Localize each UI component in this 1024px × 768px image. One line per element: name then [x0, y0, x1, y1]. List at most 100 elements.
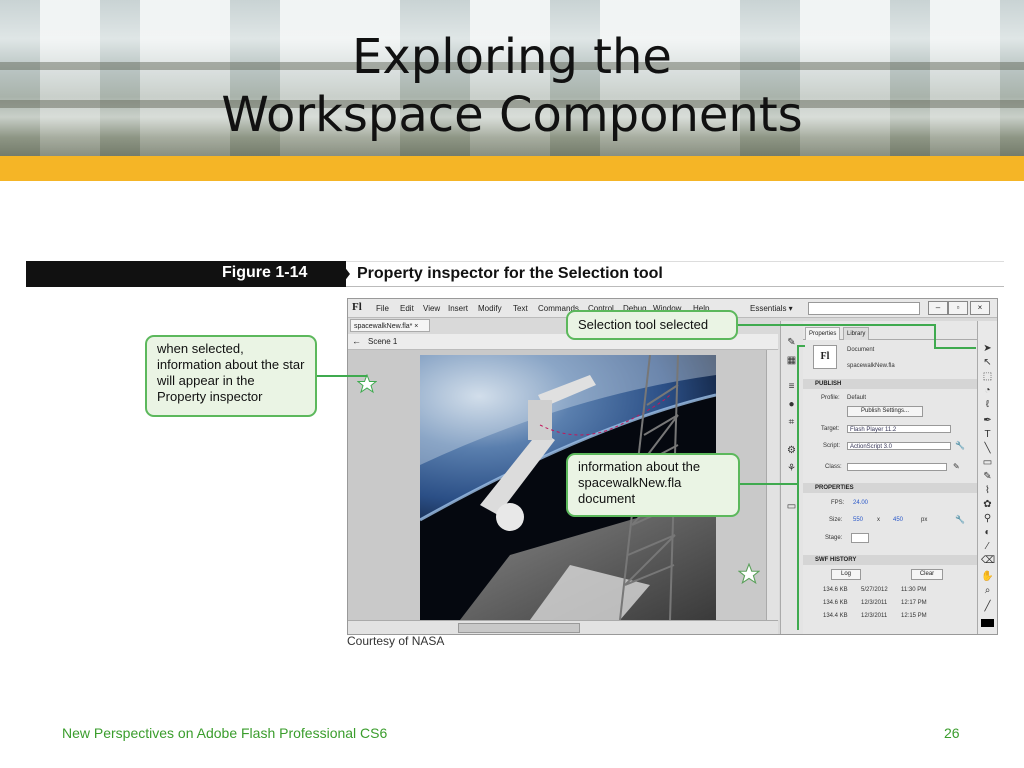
log-button[interactable]: Log	[831, 569, 861, 580]
tab-library[interactable]: Library	[843, 327, 870, 340]
figure-rule-top	[346, 261, 1004, 262]
callout-leader-selection	[738, 324, 935, 326]
size-height-value[interactable]: 450	[893, 517, 903, 523]
restore-button[interactable]: ▫	[948, 301, 968, 315]
title-line-2: Workspace Components	[221, 87, 803, 143]
page-number: 26	[944, 725, 960, 741]
help-search-input[interactable]	[808, 302, 920, 315]
size-unit: px	[921, 517, 928, 523]
menu-insert[interactable]: Insert	[448, 304, 468, 313]
stage-color-swatch[interactable]	[851, 533, 869, 543]
bone-tool-icon[interactable]: ⚲	[981, 513, 994, 525]
tools-panel: ➤ ↖ ⬚ ◔ ℓ ✒ T ╲ ▭ ✎ ⌇ ✿ ⚲ ◐ ⁄ ⌫ ✋ ⌕ ╱	[978, 321, 997, 634]
title-accent-bar	[0, 156, 1024, 181]
pencil-tool-icon[interactable]: ✎	[981, 471, 994, 483]
fill-color-swatch[interactable]	[981, 619, 994, 627]
script-select[interactable]: ActionScript 3.0	[847, 442, 951, 450]
figure-rule	[346, 286, 1004, 287]
zoom-tool-icon[interactable]: ⌕	[981, 585, 994, 597]
publish-settings-button[interactable]: Publish Settings...	[847, 406, 923, 417]
scene-label: Scene 1	[368, 337, 398, 346]
wrench-icon[interactable]: 🔧	[955, 441, 965, 450]
menu-modify[interactable]: Modify	[478, 304, 502, 313]
class-input[interactable]	[847, 463, 947, 471]
target-label: Target:	[821, 426, 840, 432]
pencil-icon[interactable]: ✎	[953, 462, 960, 471]
pen-tool-icon[interactable]: ✒	[981, 415, 994, 427]
figure-label: Figure 1-14	[222, 264, 308, 281]
stage-color-label: Stage:	[825, 535, 843, 541]
figure-credit: Courtesy of NASA	[347, 634, 445, 648]
paint-bucket-tool-icon[interactable]: ◐	[981, 527, 994, 539]
stroke-color-icon[interactable]: ╱	[981, 601, 994, 613]
clear-button[interactable]: Clear	[911, 569, 943, 580]
wrench-icon[interactable]: 🔧	[955, 515, 965, 524]
figure-caption: Property inspector for the Selection too…	[357, 265, 663, 282]
rectangle-tool-icon[interactable]: ▭	[981, 457, 994, 469]
callout-leader-selection-drop	[934, 324, 936, 348]
stage-vertical-scrollbar[interactable]	[766, 350, 779, 620]
callout-star-info: when selected, information about the sta…	[145, 335, 317, 417]
callout-bracket-doc	[797, 345, 799, 630]
script-label: Script:	[823, 443, 841, 449]
callout-bracket-top	[797, 345, 805, 347]
lasso-tool-icon[interactable]: ℓ	[981, 399, 994, 411]
line-tool-icon[interactable]: ╲	[981, 443, 994, 455]
text-tool-icon[interactable]: T	[981, 429, 994, 441]
history-time: 12:17 PM	[901, 600, 927, 606]
history-date: 12/3/2011	[861, 613, 888, 619]
history-date: 5/27/2012	[861, 587, 888, 593]
star-outline-left[interactable]	[357, 374, 377, 394]
size-x-separator: x	[877, 517, 880, 523]
profile-label: Profile:	[821, 395, 840, 401]
selection-tool-icon[interactable]: ➤	[981, 343, 994, 355]
publish-section-header[interactable]: PUBLISH	[803, 379, 977, 389]
document-tab[interactable]: spacewalkNew.fla* ×	[350, 319, 430, 332]
properties-section-header[interactable]: PROPERTIES	[803, 483, 977, 493]
document-fl-icon: Fl	[813, 345, 837, 369]
doc-name-label: spacewalkNew.fla	[847, 363, 895, 369]
hand-tool-icon[interactable]: ✋	[981, 571, 994, 583]
close-button[interactable]: ×	[970, 301, 990, 315]
eyedropper-tool-icon[interactable]: ⁄	[981, 541, 994, 553]
brush-tool-icon[interactable]: ⌇	[981, 485, 994, 497]
slide-title: Exploring the Workspace Components	[0, 28, 1024, 144]
swf-history-header[interactable]: SWF HISTORY	[803, 555, 977, 565]
menu-text[interactable]: Text	[513, 304, 528, 313]
star-outline-right[interactable]	[738, 563, 760, 585]
class-label: Class:	[825, 464, 842, 470]
minimize-button[interactable]: –	[928, 301, 948, 315]
subselection-tool-icon[interactable]: ↖	[981, 357, 994, 369]
tab-properties[interactable]: Properties	[805, 327, 841, 340]
callout-doc-info: information about the spacewalkNew.fla d…	[566, 453, 740, 517]
stage-horizontal-scrollbar[interactable]	[348, 620, 778, 634]
eraser-tool-icon[interactable]: ⌫	[981, 555, 995, 567]
scroll-thumb[interactable]	[458, 623, 580, 633]
free-transform-tool-icon[interactable]: ⬚	[981, 371, 994, 383]
property-inspector: Properties Library Fl Document spacewalk…	[803, 321, 978, 634]
footer-text: New Perspectives on Adobe Flash Professi…	[62, 725, 388, 741]
history-size: 134.4 KB	[823, 613, 848, 619]
size-label: Size:	[829, 517, 843, 523]
deco-tool-icon[interactable]: ✿	[981, 499, 994, 511]
history-time: 12:15 PM	[901, 613, 927, 619]
profile-value: Default	[847, 395, 867, 401]
back-arrow-icon[interactable]: ←	[352, 336, 361, 346]
callout-leader-selection-end	[934, 347, 976, 349]
size-width-value[interactable]: 550	[853, 517, 863, 523]
fps-value[interactable]: 24.00	[853, 500, 868, 506]
history-size: 134.6 KB	[823, 587, 848, 593]
doc-type-label: Document	[847, 347, 875, 353]
history-time: 11:30 PM	[901, 587, 927, 593]
menu-edit[interactable]: Edit	[400, 304, 414, 313]
history-date: 12/3/2011	[861, 600, 888, 606]
menu-file[interactable]: File	[376, 304, 389, 313]
target-select[interactable]: Flash Player 11.2	[847, 425, 951, 433]
callout-selection-tool: Selection tool selected	[566, 310, 738, 340]
panel-icon-column: ✎ ▦ ≡ ● ⌗ ⚙ ⚘ ▭	[780, 321, 804, 634]
3d-rotation-tool-icon[interactable]: ◔	[981, 385, 994, 397]
history-size: 134.6 KB	[823, 600, 848, 606]
workspace-switcher[interactable]: Essentials ▾	[750, 304, 793, 313]
menu-view[interactable]: View	[423, 304, 440, 313]
callout-leader-doc	[740, 483, 797, 485]
